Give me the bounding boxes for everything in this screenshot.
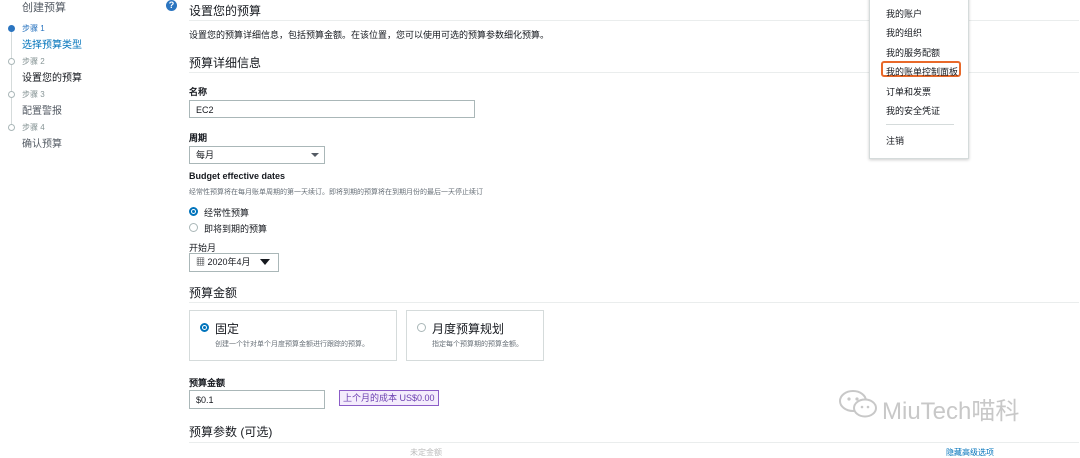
step-2-title: 设置您的预算	[22, 73, 82, 84]
monthly-card-title: 月度预算规划	[432, 322, 505, 336]
period-value: 每月	[196, 150, 215, 160]
menu-item-sign-out[interactable]: 注销	[886, 134, 904, 147]
wechat-icon	[839, 390, 877, 418]
page-title: 设置您的预算	[189, 4, 262, 18]
fixed-radio[interactable]	[200, 323, 209, 332]
recurring-radio[interactable]	[189, 207, 198, 216]
monthly-radio[interactable]	[417, 323, 426, 332]
name-label: 名称	[189, 87, 208, 97]
menu-item-service-quotas[interactable]: 我的服务配额	[886, 46, 940, 59]
step-4-title: 确认预算	[22, 139, 62, 150]
params-section-heading: 预算参数 (可选)	[189, 425, 273, 439]
step-1-label: 步骤 1	[22, 24, 45, 33]
recurring-radio-label: 经常性预算	[204, 208, 250, 218]
caret-down-icon	[260, 259, 270, 265]
menu-separator	[886, 124, 954, 125]
expiring-radio-label: 即将到期的预算	[204, 224, 268, 234]
step-2-label: 步骤 2	[22, 57, 45, 66]
sidebar-title: 创建预算	[22, 2, 66, 14]
step-3-title: 配置警报	[22, 106, 62, 117]
chevron-down-icon	[311, 153, 319, 157]
menu-item-billing-dashboard[interactable]: 我的账单控制面板	[886, 65, 958, 78]
menu-item-my-account[interactable]: 我的账户	[886, 7, 922, 20]
fixed-card-title: 固定	[215, 322, 240, 336]
page-description: 设置您的预算详细信息，包括预算金额。在该位置，您可以使用可选的预算参数细化预算。	[189, 30, 550, 40]
step-3-label: 步骤 3	[22, 90, 45, 99]
monthly-planning-card[interactable]: 月度预算规划 指定每个预算期的预算金额。	[406, 310, 544, 361]
start-month-value: 2020年4月	[207, 257, 251, 267]
steps-connector	[11, 30, 12, 130]
period-select[interactable]: 每月	[189, 146, 325, 164]
help-icon[interactable]: ?	[166, 0, 177, 11]
menu-item-security-credentials[interactable]: 我的安全凭证	[886, 104, 940, 117]
menu-item-my-organization[interactable]: 我的组织	[886, 26, 922, 39]
step-2-indicator	[8, 58, 15, 65]
fixed-card-desc: 创建一个针对单个月度预算金额进行跟踪的预算。	[215, 341, 369, 348]
amount-divider	[189, 302, 1079, 303]
effective-dates-label: Budget effective dates	[189, 171, 286, 181]
menu-item-orders-invoices[interactable]: 订单和发票	[886, 85, 931, 98]
watermark-text: MiuTech喵科	[882, 398, 1020, 425]
details-section-heading: 预算详细信息	[189, 56, 262, 70]
start-month-picker[interactable]: ▦ 2020年4月	[189, 253, 279, 272]
budget-amount-label: 预算金额	[189, 378, 226, 388]
fixed-budget-card[interactable]: 固定 创建一个针对单个月度预算金额进行跟踪的预算。	[189, 310, 397, 361]
last-month-cost-badge: 上个月的成本 US$0.00	[339, 390, 439, 406]
effective-dates-hint: 经常性预算将在每月账单周期的第一天续订。即将到期的预算将在到期月份的最后一天停止…	[189, 189, 483, 196]
params-divider	[189, 442, 1079, 443]
account-dropdown-menu: 我的账户 我的组织 我的服务配额 我的账单控制面板 订单和发票 我的安全凭证 注…	[869, 0, 969, 159]
period-label: 周期	[189, 133, 208, 143]
step-3-indicator	[8, 91, 15, 98]
name-input[interactable]: EC2	[189, 100, 475, 118]
expiring-radio[interactable]	[189, 223, 198, 232]
amount-section-heading: 预算金额	[189, 286, 238, 300]
step-4-indicator	[8, 124, 15, 131]
budget-amount-input[interactable]: $0.1	[189, 390, 325, 409]
step-1-link[interactable]: 选择预算类型	[22, 36, 82, 51]
step-4-label: 步骤 4	[22, 123, 45, 132]
calendar-icon: ▦	[196, 257, 206, 267]
monthly-card-desc: 指定每个预算期的预算金额。	[432, 341, 523, 348]
step-1-indicator	[8, 25, 15, 32]
